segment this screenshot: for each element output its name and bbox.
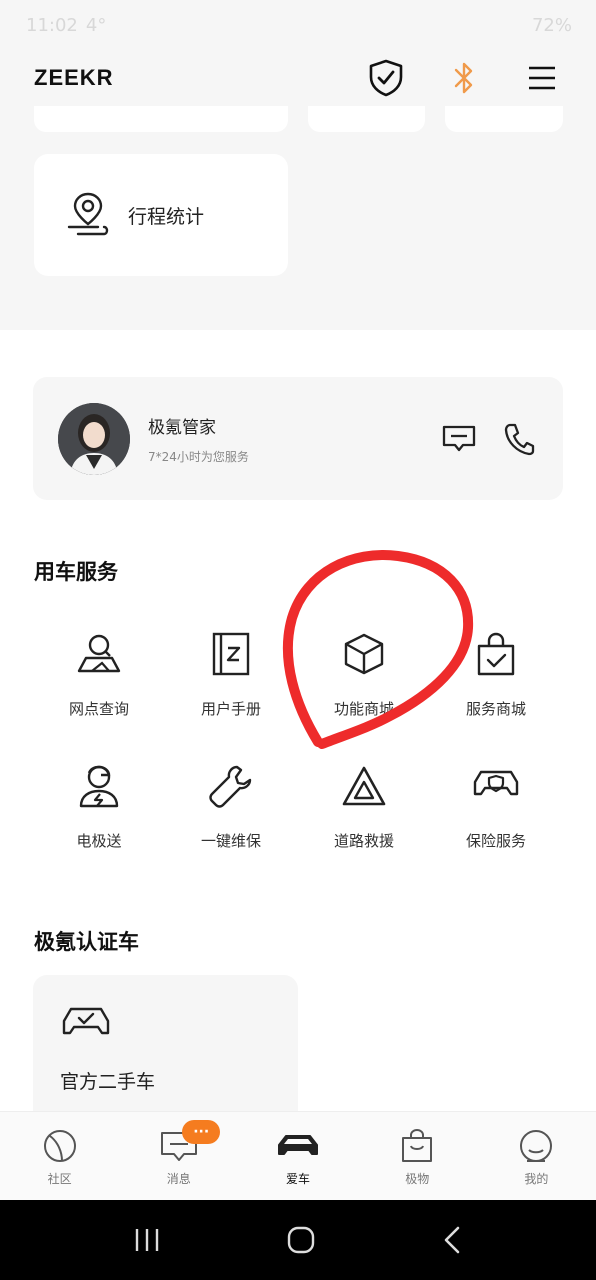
trip-stats-label: 行程统计 (128, 205, 205, 228)
service-label: 用户手册 (200, 700, 261, 718)
community-icon (43, 1130, 76, 1162)
system-nav-bar (0, 1200, 596, 1280)
phone-icon[interactable] (503, 422, 535, 456)
cube-icon (344, 633, 384, 675)
back-icon[interactable] (440, 1225, 464, 1255)
tab-label: 爱车 (286, 1172, 311, 1186)
delivery-person-icon (79, 765, 119, 808)
status-time: 11:02 (26, 14, 78, 36)
service-item-road-rescue[interactable]: 道路救援 (298, 762, 430, 851)
vehicle-functions-section: 行程统计 (0, 106, 596, 330)
service-label: 保险服务 (465, 832, 526, 850)
avatar (58, 402, 130, 475)
shop-bag-icon (402, 1128, 433, 1162)
battery-level: 72% (531, 14, 572, 36)
concierge-name: 极氪管家 (148, 417, 216, 438)
home-icon[interactable] (286, 1225, 316, 1255)
tab-label: 极物 (405, 1172, 430, 1186)
car-icon (278, 1135, 318, 1155)
tab-label: 消息 (166, 1172, 191, 1186)
service-item-feature-store[interactable]: 功能商城 (298, 630, 430, 719)
service-item-power-delivery[interactable]: 电极送 (33, 762, 165, 851)
service-label: 一键维保 (200, 832, 261, 850)
manual-icon (212, 632, 250, 676)
used-car-title: 官方二手车 (60, 1071, 156, 1093)
shopping-bag-icon (477, 632, 515, 676)
bottom-tab-bar: 社区 ··· 消息 爱车 极物 我的 (0, 1111, 596, 1200)
tab-messages[interactable]: ··· 消息 (119, 1112, 238, 1200)
route-pin-icon (67, 192, 109, 236)
concierge-subtitle: 7*24小时为您服务 (148, 449, 249, 464)
service-item-outlet-search[interactable]: 网点查询 (33, 630, 165, 719)
tab-community[interactable]: 社区 (0, 1112, 119, 1200)
used-car-card[interactable]: 官方二手车 (33, 975, 298, 1125)
certified-title: 极氪认证车 (34, 930, 139, 954)
location-search-icon (77, 634, 121, 673)
services-title: 用车服务 (34, 560, 118, 584)
brand-logo: ZEEKR (34, 65, 114, 90)
service-item-user-manual[interactable]: 用户手册 (165, 630, 297, 719)
screen: 11:02 4° 72% ZEEKR 行程统计 极氪管家 7*24小时为您服务 … (0, 0, 596, 1280)
shield-check-icon[interactable] (366, 58, 406, 98)
concierge-card[interactable]: 极氪管家 7*24小时为您服务 (33, 377, 563, 500)
warning-triangle-icon (342, 766, 386, 806)
service-item-maintenance[interactable]: 一键维保 (165, 762, 297, 851)
service-label: 服务商城 (465, 700, 526, 718)
status-temp: 4° (85, 14, 107, 36)
trip-stats-card[interactable]: 行程统计 (34, 154, 288, 276)
service-item-insurance[interactable]: 保险服务 (430, 762, 562, 851)
unread-badge: ··· (182, 1120, 221, 1144)
service-label: 网点查询 (68, 700, 129, 718)
function-card-partial[interactable] (34, 106, 288, 132)
message-icon[interactable] (441, 423, 477, 455)
tab-my-car[interactable]: 爱车 (238, 1112, 357, 1200)
function-card-partial[interactable] (308, 106, 425, 132)
service-label: 电极送 (76, 832, 122, 850)
insurance-car-icon (473, 770, 519, 796)
menu-icon[interactable] (522, 58, 562, 98)
tab-shop[interactable]: 极物 (358, 1112, 477, 1200)
service-label: 道路救援 (333, 832, 394, 850)
profile-icon (520, 1130, 553, 1162)
bluetooth-icon[interactable] (444, 58, 484, 98)
service-item-service-store[interactable]: 服务商城 (430, 630, 562, 719)
tab-profile[interactable]: 我的 (477, 1112, 596, 1200)
recent-apps-icon[interactable] (132, 1226, 162, 1254)
wrench-icon (209, 765, 252, 808)
tab-label: 社区 (47, 1172, 72, 1186)
status-bar: 11:02 4° 72% (0, 0, 596, 50)
service-label: 功能商城 (333, 700, 394, 718)
certified-car-icon (62, 1007, 110, 1035)
app-header: ZEEKR (0, 50, 596, 106)
tab-label: 我的 (524, 1172, 549, 1186)
function-card-partial[interactable] (445, 106, 563, 132)
